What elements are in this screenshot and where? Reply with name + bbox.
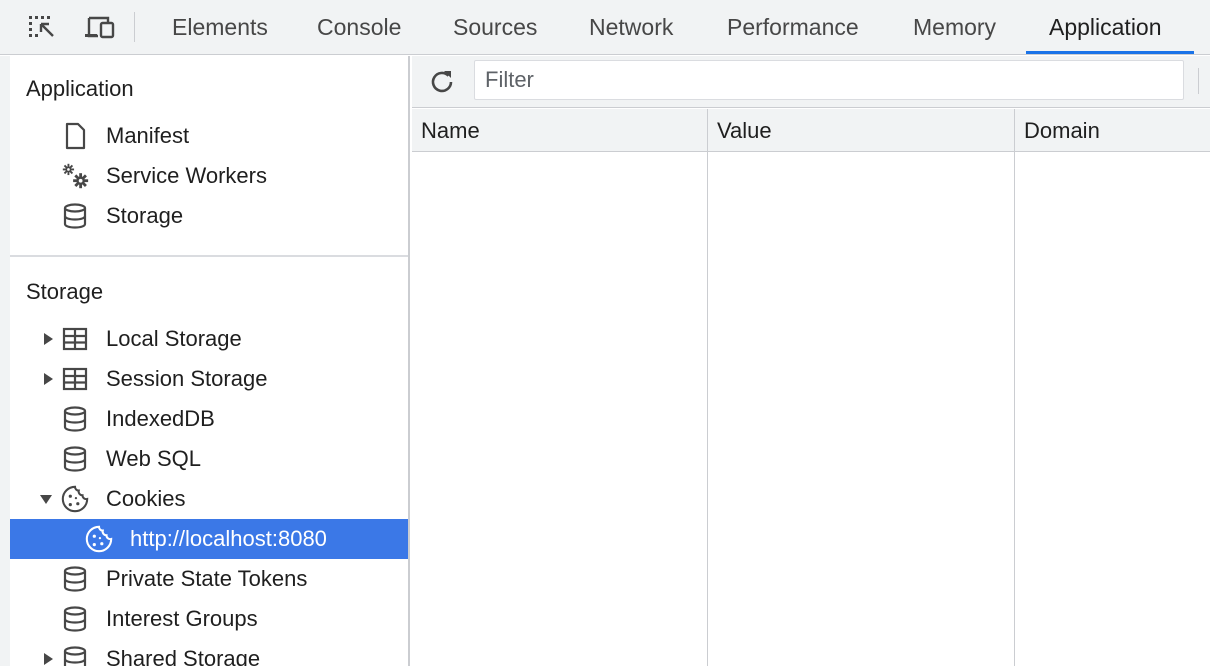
database-icon: [60, 604, 90, 634]
cookie-icon: [60, 484, 90, 514]
sidebar-item-service-workers[interactable]: Service Workers: [10, 156, 408, 196]
section-title-storage: Storage: [26, 279, 104, 304]
cookie-icon: [84, 524, 114, 554]
database-icon: [60, 404, 90, 434]
tab-application[interactable]: Application: [1037, 0, 1174, 54]
column-header-domain[interactable]: Domain: [1015, 109, 1210, 152]
sidebar-item-label: Storage: [106, 203, 184, 228]
column-divider[interactable]: [1014, 109, 1015, 666]
sidebar-item-label: Session Storage: [106, 366, 268, 391]
collapse-arrow-icon[interactable]: [40, 495, 52, 504]
device-toolbar-icon[interactable]: [84, 12, 116, 42]
table-icon: [60, 324, 90, 354]
table-header: Name Value Domain: [412, 109, 1210, 152]
table-icon: [60, 364, 90, 394]
tab-network[interactable]: Network: [577, 0, 685, 54]
sidebar-item-label: Service Workers: [106, 163, 267, 188]
sidebar-item-label: Cookies: [106, 486, 186, 511]
database-icon: [60, 201, 90, 231]
sidebar-item-manifest[interactable]: Manifest: [10, 116, 408, 156]
sidebar-item-label: http://localhost:8080: [130, 526, 327, 551]
tab-memory[interactable]: Memory: [901, 0, 1008, 54]
expand-arrow-icon[interactable]: [44, 653, 53, 665]
sidebar-item-storage[interactable]: Storage: [10, 196, 408, 236]
tab-console[interactable]: Console: [305, 0, 413, 54]
active-tab-indicator: [1026, 51, 1194, 54]
tab-sources[interactable]: Sources: [441, 0, 549, 54]
cookies-toolbar: [412, 56, 1210, 108]
sidebar-item-label: Web SQL: [106, 446, 201, 471]
devtools-tabbar: Elements Console Sources Network Perform…: [0, 0, 1210, 55]
database-icon: [60, 644, 90, 666]
inspect-element-icon[interactable]: [26, 12, 58, 42]
gears-icon: [60, 161, 90, 191]
sidebar-item-label: Shared Storage: [106, 646, 261, 666]
database-icon: [60, 564, 90, 594]
cookies-table: Name Value Domain: [412, 109, 1210, 666]
expand-arrow-icon[interactable]: [44, 333, 53, 345]
toolbar-separator: [134, 12, 135, 42]
refresh-icon[interactable]: [426, 66, 458, 98]
sidebar-item-label: IndexedDB: [106, 406, 215, 431]
expand-arrow-icon[interactable]: [44, 373, 53, 385]
sidebar-item-web-sql[interactable]: Web SQL: [10, 439, 408, 479]
sidebar-item-cookie-origin[interactable]: http://localhost:8080: [10, 519, 408, 559]
sidebar-item-private-state-tokens[interactable]: Private State Tokens: [10, 559, 408, 599]
sidebar-item-label: Manifest: [106, 123, 190, 148]
tab-elements[interactable]: Elements: [160, 0, 280, 54]
database-icon: [60, 444, 90, 474]
sidebar-item-label: Private State Tokens: [106, 566, 308, 591]
column-divider[interactable]: [707, 109, 708, 666]
application-sidebar: Application Manifest Service Workers Sto…: [0, 56, 410, 666]
sidebar-item-local-storage[interactable]: Local Storage: [10, 319, 408, 359]
sidebar-item-indexeddb[interactable]: IndexedDB: [10, 399, 408, 439]
sidebar-item-cookies[interactable]: Cookies: [10, 479, 408, 519]
sidebar-item-shared-storage[interactable]: Shared Storage: [10, 639, 408, 666]
tab-performance[interactable]: Performance: [715, 0, 871, 54]
column-header-name[interactable]: Name: [412, 109, 708, 152]
sidebar-item-label: Local Storage: [106, 326, 242, 351]
section-title-application: Application: [26, 76, 134, 101]
sidebar-item-label: Interest Groups: [106, 606, 258, 631]
filter-input[interactable]: [474, 60, 1184, 100]
column-header-value[interactable]: Value: [708, 109, 1015, 152]
section-divider: [10, 255, 408, 257]
sidebar-item-interest-groups[interactable]: Interest Groups: [10, 599, 408, 639]
toolbar-separator: [1198, 68, 1199, 94]
sidebar-item-session-storage[interactable]: Session Storage: [10, 359, 408, 399]
document-icon: [60, 121, 90, 151]
